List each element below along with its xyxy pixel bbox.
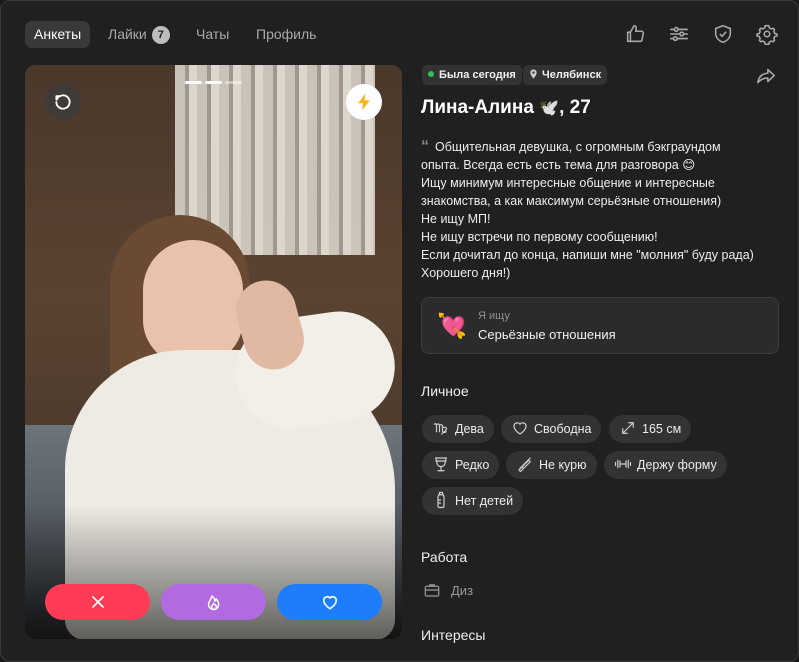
work-value: Диз — [451, 583, 474, 598]
app-window: Анкеты Лайки 7 Чаты Профиль Была сегодня… — [0, 0, 799, 662]
location-pin-icon — [530, 69, 537, 79]
tag-label: Редко — [455, 458, 490, 472]
tab-label: Профиль — [256, 26, 317, 42]
status-chip: Была сегодня — [422, 65, 522, 85]
tag-label: Свободна — [534, 422, 592, 436]
tab-label: Чаты — [196, 26, 230, 42]
dislike-x-icon — [91, 596, 104, 608]
tab-profile[interactable]: Профиль — [247, 21, 325, 48]
boost-button[interactable] — [346, 84, 382, 120]
share-icon[interactable] — [755, 65, 777, 87]
personal-section-title: Личное — [421, 383, 469, 399]
like-heart-icon — [322, 595, 337, 610]
bio-line: Не ищу МП! — [421, 212, 491, 226]
work-item: Диз — [423, 581, 473, 599]
profile-bio: “ Общительная девушка, с огромным бэкграу… — [421, 138, 791, 282]
city-chip: Челябинск — [523, 65, 608, 85]
undo-icon — [55, 94, 71, 110]
tag-label: Дева — [455, 422, 484, 436]
height-arrows-icon — [622, 422, 634, 434]
tag-fitness: Держу форму — [604, 451, 727, 479]
tag-smoking: Не курю — [506, 451, 597, 479]
bio-line: Если дочитал до конца, напиши мне "молни… — [421, 248, 754, 262]
no-smoking-icon — [518, 457, 532, 473]
tag-children: Нет детей — [422, 487, 524, 515]
online-dot — [428, 71, 434, 77]
briefcase-icon — [424, 584, 440, 597]
status-text: Была сегодня — [439, 69, 516, 81]
dumbbell-icon — [614, 459, 632, 469]
photo-progress-segment — [185, 81, 202, 84]
tag-label: Держу форму — [637, 458, 717, 472]
city-text: Челябинск — [542, 69, 602, 81]
like-button[interactable] — [277, 584, 382, 620]
tag-relationship: Свободна — [501, 415, 602, 443]
name-emoji: 🕊️ — [539, 100, 560, 117]
heart-outline-icon — [513, 422, 527, 435]
wine-glass-icon — [434, 457, 448, 472]
likes-count-badge: 7 — [151, 26, 170, 44]
name-text: Лина-Алина — [421, 97, 534, 118]
photo-progress-segment — [205, 81, 222, 84]
looking-caption: Я ищу — [478, 310, 510, 322]
profile-photo[interactable] — [25, 65, 402, 639]
photo-progress-segment — [225, 81, 242, 84]
thumbs-up-icon[interactable] — [624, 23, 646, 45]
top-navigation: Анкеты Лайки 7 Чаты Профиль — [1, 1, 798, 65]
tag-label: 165 см — [642, 422, 682, 436]
tag-label: Нет детей — [455, 494, 514, 508]
superlike-button[interactable] — [161, 584, 266, 620]
interests-section-title: Интересы — [421, 627, 486, 643]
bio-line: опыта. Всегда есть есть тема для разгово… — [421, 158, 696, 172]
shield-check-icon[interactable] — [712, 23, 734, 45]
looking-for-card: 💘 Я ищу Серьёзные отношения — [421, 297, 779, 354]
bio-line: Не ищу встречи по первому сообщению! — [421, 230, 658, 244]
tag-zodiac: Дева — [422, 415, 494, 443]
sliders-icon[interactable] — [668, 23, 690, 45]
work-section-title: Работа — [421, 549, 468, 565]
quote-icon: “ — [421, 138, 429, 155]
age-text: , 27 — [559, 97, 591, 118]
tag-height: 165 см — [609, 415, 692, 443]
virgo-icon — [433, 423, 447, 435]
bio-line: Хорошего дня!) — [421, 266, 511, 280]
looking-value: Серьёзные отношения — [478, 327, 616, 342]
tag-alcohol: Редко — [422, 451, 500, 479]
tab-likes[interactable]: Лайки 7 — [99, 21, 179, 48]
bio-line: Общительная девушка, с огромным бэкграун… — [435, 140, 721, 154]
undo-button[interactable] — [45, 84, 81, 120]
bio-line: знакомства, а как максимум серьёзные отн… — [421, 194, 722, 208]
tab-label: Анкеты — [34, 26, 82, 42]
baby-bottle-icon — [437, 491, 445, 509]
profile-name: Лина-Алина 🕊️, 27 — [421, 97, 591, 119]
superlike-flame-icon — [207, 595, 219, 611]
tab-profiles[interactable]: Анкеты — [25, 21, 91, 48]
heart-arrow-icon: 💘 — [437, 313, 467, 340]
tag-label: Не курю — [539, 458, 587, 472]
gear-icon[interactable] — [756, 23, 778, 45]
bio-line: Ищу минимум интересные общение и интерес… — [421, 176, 715, 190]
lightning-icon — [358, 93, 370, 111]
tab-chats[interactable]: Чаты — [187, 21, 238, 48]
photo-face — [143, 240, 243, 365]
tab-label: Лайки — [108, 26, 147, 42]
dislike-button[interactable] — [45, 584, 150, 620]
